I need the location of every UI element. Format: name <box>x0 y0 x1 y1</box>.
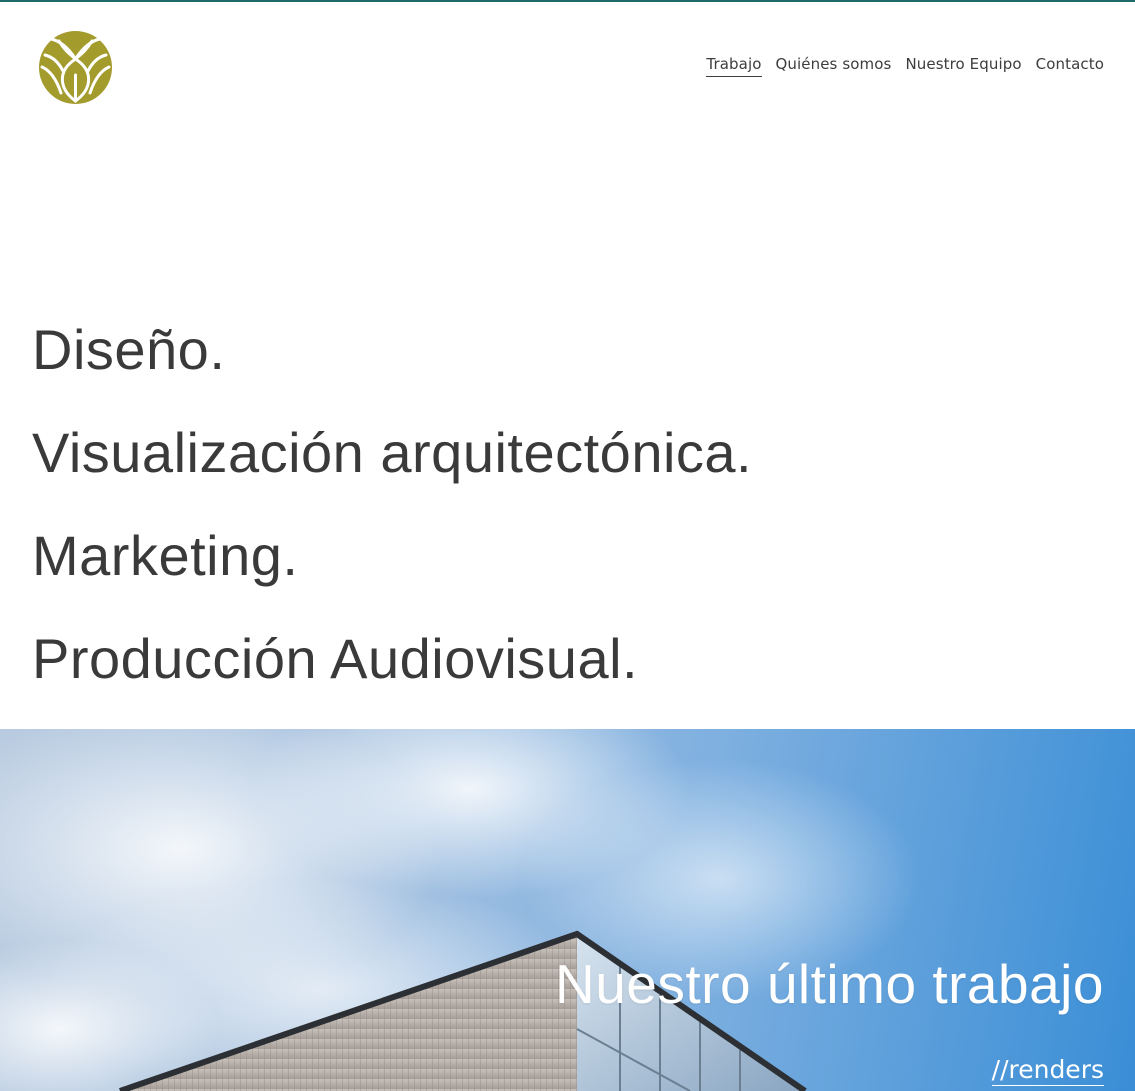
hero-title: Nuestro último trabajo <box>554 953 1104 1015</box>
nav-item-trabajo[interactable]: Trabajo <box>706 55 762 77</box>
artichoke-logo-icon <box>39 31 112 104</box>
service-visualizacion: Visualización arquitectónica. <box>32 421 753 484</box>
service-marketing: Marketing. <box>32 524 299 587</box>
top-accent-line <box>0 0 1135 2</box>
service-diseno: Diseño. <box>32 318 226 381</box>
service-produccion: Producción Audiovisual. <box>32 627 639 690</box>
main-nav: Trabajo Quiénes somos Nuestro Equipo Con… <box>706 55 1104 77</box>
services-list: Diseño. Visualización arquitectónica. Ma… <box>32 298 752 710</box>
logo[interactable] <box>39 31 112 104</box>
building-render-image <box>0 729 920 1091</box>
hero-image[interactable] <box>0 729 1135 1091</box>
renders-link[interactable]: //renders <box>991 1055 1104 1086</box>
nav-item-nuestro-equipo[interactable]: Nuestro Equipo <box>905 55 1021 77</box>
nav-item-quienes-somos[interactable]: Quiénes somos <box>776 55 892 77</box>
nav-item-contacto[interactable]: Contacto <box>1036 55 1104 77</box>
